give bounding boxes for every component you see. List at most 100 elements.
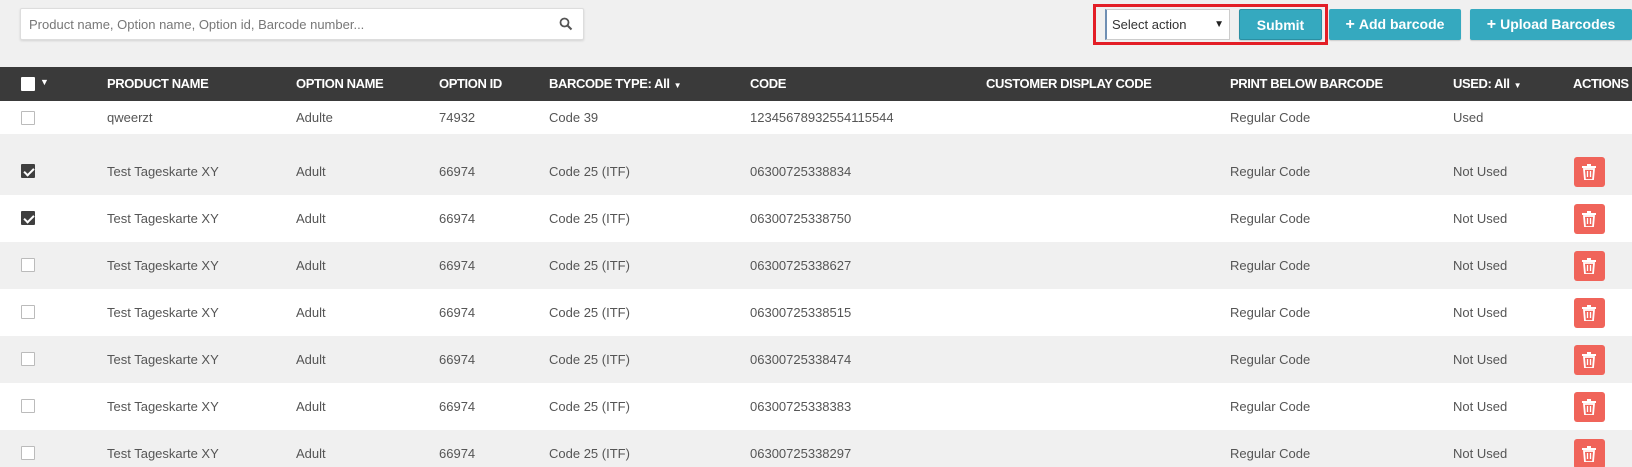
trash-icon [1582,446,1596,462]
header-option-name[interactable]: OPTION NAME [296,76,384,91]
cell-used: Not Used [1453,446,1508,461]
delete-button[interactable] [1574,204,1605,234]
header-actions: ACTIONS [1573,76,1629,91]
select-value: Select action [1112,17,1187,32]
cell-print-below-barcode: Regular Code [1230,258,1311,273]
cell-product-name: Test Tageskarte XY [107,211,219,226]
cell-option-name: Adult [296,352,326,367]
row-checkbox[interactable] [21,164,35,178]
cell-print-below-barcode: Regular Code [1230,110,1311,125]
search-input[interactable] [21,9,541,39]
header-customer-display-code[interactable]: CUSTOMER DISPLAY CODE [986,76,1152,91]
cell-used: Used [1453,110,1484,125]
cell-option-name: Adult [296,211,326,226]
cell-used: Not Used [1453,164,1508,179]
cell-code: 06300725338750 [750,211,852,226]
cell-code: 06300725338834 [750,164,852,179]
cell-code: 06300725338515 [750,305,852,320]
cell-product-name: Test Tageskarte XY [107,352,219,367]
trash-icon [1582,211,1596,227]
dropdown-caret-icon: ▼ [1214,19,1224,30]
upload-barcodes-label: Upload Barcodes [1500,16,1616,32]
header-option-id[interactable]: OPTION ID [439,76,502,91]
cell-option-id: 66974 [439,211,476,226]
trash-icon [1582,399,1596,415]
header-used-filter[interactable]: USED: All ▼ [1453,76,1522,91]
header-barcode-type-filter[interactable]: BARCODE TYPE: All ▼ [549,76,681,91]
row-checkbox[interactable] [21,258,35,272]
submit-button[interactable]: Submit [1239,9,1322,40]
cell-option-name: Adult [296,446,326,461]
cell-barcode-type: Code 25 (ITF) [549,399,630,414]
select-all-chevron-down-icon[interactable]: ▼ [40,77,49,87]
cell-used: Not Used [1453,258,1508,273]
delete-button[interactable] [1574,251,1605,281]
cell-product-name: Test Tageskarte XY [107,446,219,461]
cell-barcode-type: Code 25 (ITF) [549,446,630,461]
cell-code: 06300725338474 [750,352,852,367]
cell-option-id: 66974 [439,164,476,179]
header-code[interactable]: CODE [750,76,786,91]
cell-barcode-type: Code 25 (ITF) [549,305,630,320]
cell-option-id: 74932 [439,110,476,125]
cell-option-name: Adult [296,305,326,320]
header-barcode-type: BARCODE TYPE: All [549,76,670,91]
cell-product-name: qweerzt [107,110,153,125]
table-header: ▼ PRODUCT NAME OPTION NAME OPTION ID BAR… [0,67,1632,101]
cell-barcode-type: Code 39 [549,110,599,125]
table-row: qweerzt Adulte 74932 Code 39 123456789325541… [0,101,1632,134]
cell-product-name: Test Tageskarte XY [107,399,219,414]
cell-print-below-barcode: Regular Code [1230,211,1311,226]
cell-print-below-barcode: Regular Code [1230,305,1311,320]
cell-used: Not Used [1453,399,1508,414]
plus-icon: + [1345,16,1355,33]
row-checkbox[interactable] [21,446,35,460]
trash-icon [1582,305,1596,321]
cell-used: Not Used [1453,305,1508,320]
header-print-below-barcode[interactable]: PRINT BELOW BARCODE [1230,76,1383,91]
delete-button[interactable] [1574,392,1605,422]
cell-option-id: 66974 [439,305,476,320]
chevron-down-icon: ▼ [673,81,682,90]
row-checkbox[interactable] [21,305,35,319]
trash-icon [1582,352,1596,368]
add-barcode-label: Add barcode [1358,16,1445,32]
add-barcode-button[interactable]: + Add barcode [1329,9,1461,40]
search-icon[interactable] [559,17,573,31]
upload-barcodes-button[interactable]: + Upload Barcodes [1470,9,1632,40]
cell-code: 06300725338383 [750,399,852,414]
cell-product-name: Test Tageskarte XY [107,164,219,179]
row-checkbox[interactable] [21,211,35,225]
delete-button[interactable] [1574,345,1605,375]
cell-option-name: Adult [296,164,326,179]
cell-print-below-barcode: Regular Code [1230,399,1311,414]
cell-code: 06300725338297 [750,446,852,461]
cell-option-name: Adulte [296,110,333,125]
trash-icon [1582,258,1596,274]
cell-option-name: Adult [296,258,326,273]
header-product-name[interactable]: PRODUCT NAME [107,76,209,91]
bulk-action-select[interactable]: Select action ▼ [1105,9,1230,40]
delete-button[interactable] [1574,157,1605,187]
delete-button[interactable] [1574,439,1605,467]
table-row: Test Tageskarte XY Adult 66974 Code 25 (ITF… [0,289,1632,336]
cell-option-id: 66974 [439,446,476,461]
table-row: Test Tageskarte XY Adult 66974 Code 25 (ITF… [0,430,1632,467]
cell-barcode-type: Code 25 (ITF) [549,211,630,226]
table-row: Test Tageskarte XY Adult 66974 Code 25 (ITF… [0,195,1632,242]
row-checkbox[interactable] [21,399,35,413]
row-checkbox[interactable] [21,111,35,125]
select-all-checkbox[interactable] [21,77,35,91]
cell-used: Not Used [1453,352,1508,367]
row-checkbox[interactable] [21,352,35,366]
cell-barcode-type: Code 25 (ITF) [549,164,630,179]
cell-option-id: 66974 [439,258,476,273]
cell-print-below-barcode: Regular Code [1230,446,1311,461]
delete-button[interactable] [1574,298,1605,328]
cell-code: 12345678932554115544 [750,110,894,125]
cell-barcode-type: Code 25 (ITF) [549,352,630,367]
cell-option-name: Adult [296,399,326,414]
plus-icon: + [1486,16,1497,33]
trash-icon [1582,164,1596,180]
table-row: Test Tageskarte XY Adult 66974 Code 25 (ITF… [0,148,1632,195]
